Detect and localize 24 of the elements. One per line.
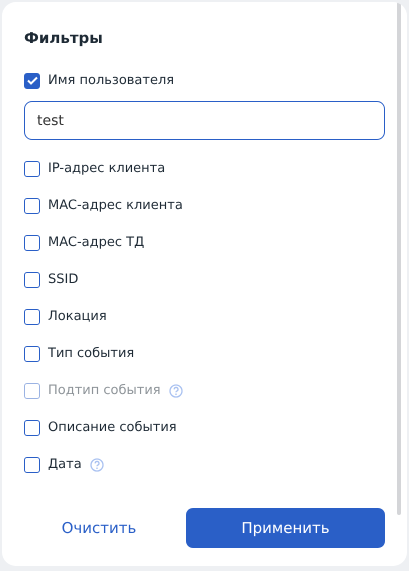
filter-label: MAC-адрес клиента [48, 198, 183, 213]
filter-label: Имя пользователя [48, 73, 174, 88]
input-field[interactable]: test [24, 101, 385, 140]
checkbox[interactable] [24, 198, 40, 214]
checkbox[interactable] [24, 234, 40, 250]
checkbox[interactable] [24, 308, 40, 324]
scrollbar[interactable] [397, 2, 401, 515]
filter-label: IP-адрес клиента [48, 161, 166, 176]
clear-button[interactable]: Очистить [24, 508, 174, 548]
filter-label: MAC-адрес ТД [48, 235, 144, 250]
filter-label: SSID [48, 272, 78, 287]
filter-label: Описание события [48, 420, 177, 435]
filter-label: Подтип события [48, 383, 161, 398]
checkbox[interactable] [24, 72, 40, 88]
checkbox[interactable] [24, 420, 40, 436]
filter-label: Тип события [48, 346, 134, 361]
checkbox[interactable] [24, 456, 40, 472]
apply-button[interactable]: Применить [186, 508, 385, 548]
checkbox[interactable] [24, 160, 40, 176]
panel-title: Фильтры [24, 28, 104, 48]
checkbox[interactable] [24, 346, 40, 362]
filter-label: Локация [48, 309, 107, 324]
filter-label: Дата [48, 457, 82, 472]
checkbox[interactable] [24, 272, 40, 288]
